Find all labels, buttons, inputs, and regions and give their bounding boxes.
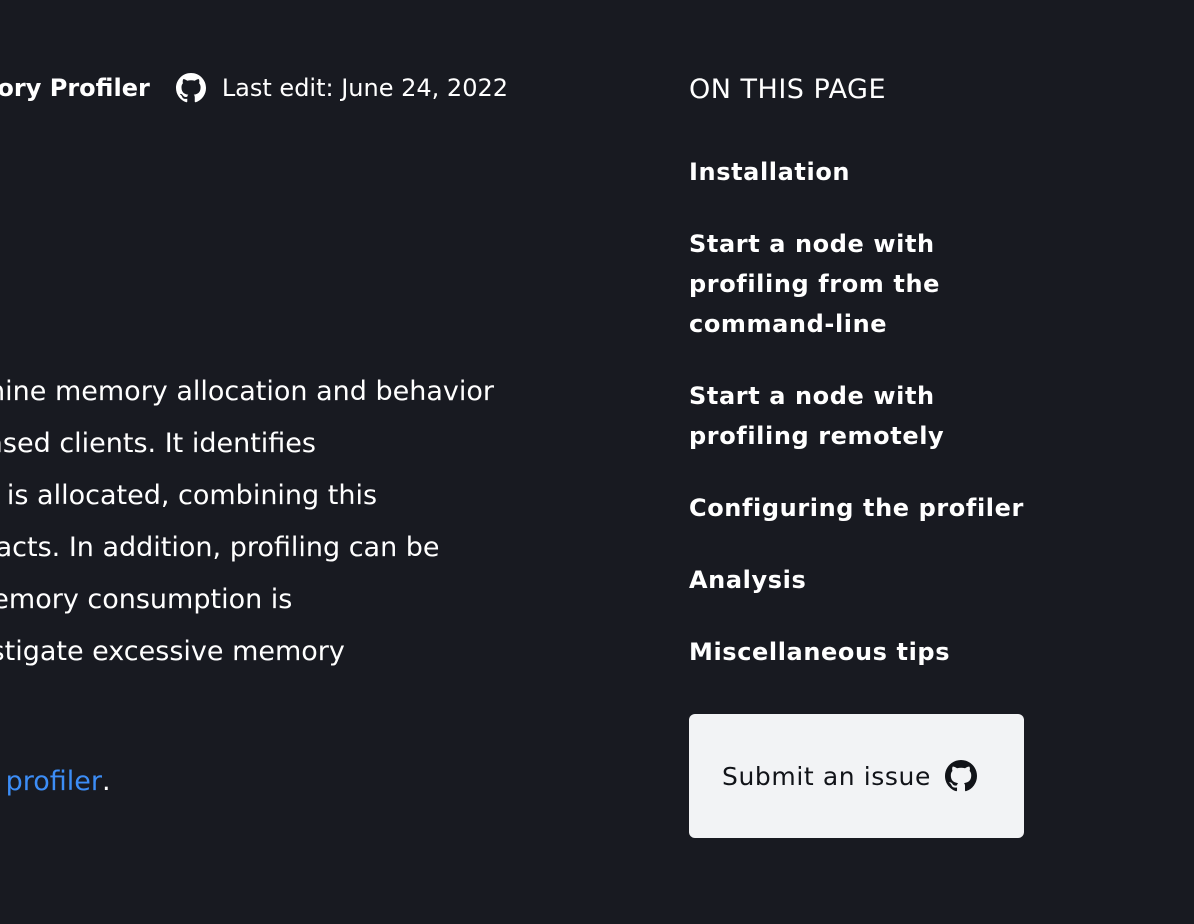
reference-line: memory profiler. (0, 762, 111, 802)
paragraph-line: useful when memory consumption is (0, 584, 293, 615)
toc-item-analysis[interactable]: Analysis (689, 560, 1009, 600)
toc-item-installation[interactable]: Installation (689, 152, 1009, 192)
toc-heading: ON THIS PAGE (689, 74, 887, 105)
toc-item-miscellaneous-tips[interactable]: Miscellaneous tips (689, 632, 1009, 672)
on-this-page-nav: ON THIS PAGE Installation Start a node w… (689, 70, 1029, 704)
paragraph-line: with other artifacts. In addition, profi… (0, 532, 440, 563)
page: Memory Profiler Last edit: June 24, 2022… (0, 0, 1194, 924)
toc-list: Installation Start a node with profiling… (689, 152, 1029, 672)
submit-issue-label: Submit an issue (722, 761, 931, 791)
toc-item-configuring-profiler[interactable]: Configuring the profiler (689, 488, 1029, 528)
intro-paragraph: Memory profiling lets you examine memory… (0, 366, 494, 678)
last-edit-date: Last edit: June 24, 2022 (221, 74, 508, 102)
toc-item-start-node-remotely[interactable]: Start a node with profiling remotely (689, 376, 1009, 456)
page-meta-bar: Memory Profiler Last edit: June 24, 2022 (0, 72, 508, 104)
submit-issue-button[interactable]: Submit an issue (689, 714, 1024, 838)
toc-item-start-node-command-line[interactable]: Start a node with profiling from the com… (689, 224, 1009, 344)
paragraph-line: Memory profiling lets you examine memory… (0, 376, 494, 407)
paragraph-line: high or to investigate excessive memory (0, 636, 345, 667)
paragraph-line: where memory is allocated, combining thi… (0, 480, 378, 511)
breadcrumb-doc-title[interactable]: Memory Profiler (0, 72, 150, 104)
memory-profiler-link[interactable]: memory profiler (0, 766, 102, 797)
github-icon (944, 760, 977, 792)
github-icon[interactable] (175, 73, 206, 103)
paragraph-line: of Substrate-based clients. It identifie… (0, 428, 316, 459)
link-suffix: . (102, 766, 111, 797)
